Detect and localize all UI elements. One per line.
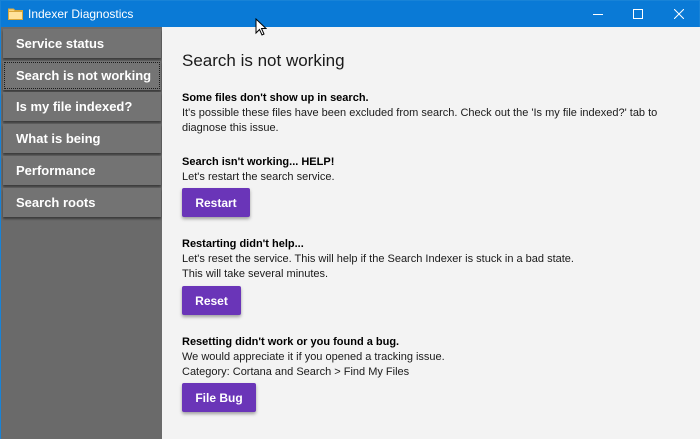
section-heading: Some files don't show up in search. bbox=[182, 92, 369, 104]
section-text: Let's restart the search service. bbox=[182, 171, 335, 183]
page-title: Search is not working bbox=[182, 51, 345, 70]
section-text: diagnose this issue. bbox=[182, 122, 279, 134]
section-heading: Resetting didn't work or you found a bug… bbox=[182, 336, 400, 348]
minimize-icon bbox=[593, 14, 603, 15]
sidebar-item-service-status[interactable]: Service status bbox=[3, 29, 161, 58]
close-icon bbox=[674, 9, 684, 19]
sidebar-item-is-my-file-indexed[interactable]: Is my file indexed? bbox=[3, 92, 161, 121]
sidebar-item-performance[interactable]: Performance bbox=[3, 156, 161, 185]
section-text: Let's reset the service. This will help … bbox=[182, 253, 574, 265]
window-title: Indexer Diagnostics bbox=[28, 7, 134, 21]
mouse-cursor-icon bbox=[255, 18, 267, 36]
sidebar: Service status Search is not working Is … bbox=[1, 27, 162, 439]
section-text: This will take several minutes. bbox=[182, 268, 329, 280]
sidebar-item-search-roots[interactable]: Search roots bbox=[3, 188, 161, 217]
reset-button[interactable]: Reset bbox=[182, 286, 241, 315]
maximize-button[interactable] bbox=[615, 1, 661, 27]
sidebar-item-search-not-working[interactable]: Search is not working bbox=[3, 61, 161, 90]
maximize-icon bbox=[633, 9, 643, 19]
close-button[interactable] bbox=[656, 1, 700, 27]
app-icon bbox=[8, 8, 23, 20]
restart-button[interactable]: Restart bbox=[182, 188, 250, 217]
section-text: We would appreciate it if you opened a t… bbox=[182, 351, 445, 363]
app-window: Indexer Diagnostics Service status Searc… bbox=[0, 0, 700, 439]
section-text: It's possible these files have been excl… bbox=[182, 107, 658, 119]
section-heading: Restarting didn't help... bbox=[182, 238, 304, 250]
file-bug-button[interactable]: File Bug bbox=[182, 383, 256, 412]
main-content: Search is not working Some files don't s… bbox=[162, 27, 700, 439]
title-bar[interactable]: Indexer Diagnostics bbox=[1, 1, 699, 27]
sidebar-item-what-is-being-indexed[interactable]: What is being indexed? bbox=[3, 124, 161, 175]
section-text: Category: Cortana and Search > Find My F… bbox=[182, 366, 410, 378]
section-heading: Search isn't working... HELP! bbox=[182, 156, 335, 168]
